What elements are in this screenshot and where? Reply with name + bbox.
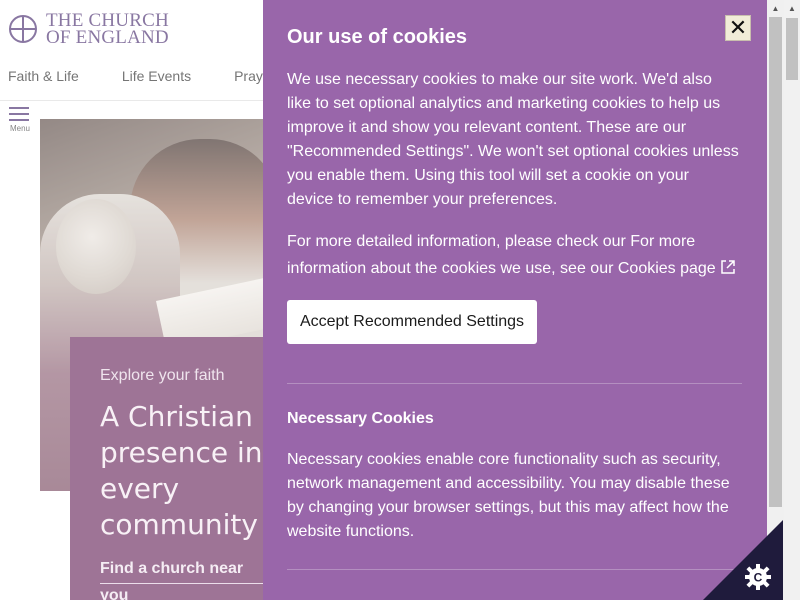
- cookie-badge-background: [703, 520, 783, 600]
- cookie-intro-text: We use necessary cookies to make our sit…: [287, 71, 739, 208]
- more-info-prefix: For more detailed information, please ch…: [287, 233, 631, 250]
- close-icon: ✕: [728, 15, 748, 40]
- page-scrollbar-thumb[interactable]: [786, 18, 798, 80]
- scroll-up-arrow-icon[interactable]: ▲: [767, 0, 784, 17]
- section-divider: [287, 569, 742, 570]
- cookie-settings-badge[interactable]: C: [703, 520, 783, 600]
- panel-scrollbar-thumb[interactable]: [769, 17, 782, 507]
- svg-text:C: C: [754, 571, 763, 585]
- scroll-up-arrow-icon[interactable]: ▲: [784, 0, 800, 17]
- necessary-cookies-title: Necessary Cookies: [287, 410, 434, 427]
- cookie-panel-title: Our use of cookies: [287, 26, 468, 48]
- panel-scrollbar[interactable]: ▲: [767, 0, 784, 600]
- cookie-gear-icon: C: [745, 564, 771, 590]
- page-dim-overlay: [0, 0, 263, 600]
- section-divider: [287, 383, 742, 384]
- necessary-cookies-text: Necessary cookies enable core functional…: [287, 451, 730, 540]
- page-scrollbar[interactable]: ▲: [784, 0, 800, 600]
- accept-recommended-button[interactable]: Accept Recommended Settings: [287, 300, 537, 344]
- cookie-more-info: For more detailed information, please ch…: [287, 228, 739, 282]
- cookie-panel: Our use of cookies ✕ We use necessary co…: [263, 0, 767, 600]
- close-button[interactable]: ✕: [725, 15, 751, 41]
- external-link-icon: [720, 260, 735, 274]
